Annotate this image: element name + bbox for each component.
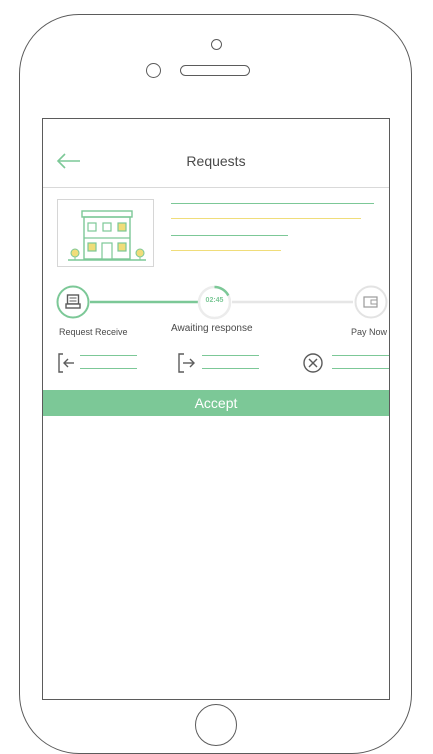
home-button[interactable] [195, 704, 237, 746]
wallet-icon[interactable] [353, 285, 389, 319]
checkin-line [80, 355, 137, 357]
sign-in-icon[interactable] [57, 352, 77, 374]
cancel-line [332, 368, 389, 370]
front-camera [211, 39, 222, 50]
cancel-line [332, 355, 389, 357]
laptop-icon[interactable] [56, 285, 90, 319]
step-label-pay-now: Pay Now [351, 327, 388, 337]
earpiece-speaker [180, 65, 250, 76]
accept-button[interactable]: Accept [43, 390, 389, 416]
timer-text: 02:45 [205, 297, 224, 304]
app-screen: Requests Request Receive 02:45 Awaiting … [42, 118, 390, 700]
cancel-circle-icon[interactable] [302, 352, 324, 374]
page-title: Requests [186, 153, 246, 169]
placeholder-line [171, 250, 281, 252]
placeholder-line [171, 235, 288, 237]
step-label-awaiting-response: Awaiting response [171, 323, 253, 334]
step-label-request-receive: Request Receive [59, 327, 128, 337]
placeholder-line [171, 203, 374, 205]
checkout-line [202, 368, 259, 370]
placeholder-line [171, 218, 361, 220]
checkin-line [80, 368, 137, 370]
sensor [146, 63, 161, 78]
sign-out-icon[interactable] [177, 352, 199, 374]
property-thumbnail[interactable] [57, 199, 154, 267]
checkout-line [202, 355, 259, 357]
building-icon [68, 210, 146, 261]
nav-bar: Requests [43, 119, 389, 188]
